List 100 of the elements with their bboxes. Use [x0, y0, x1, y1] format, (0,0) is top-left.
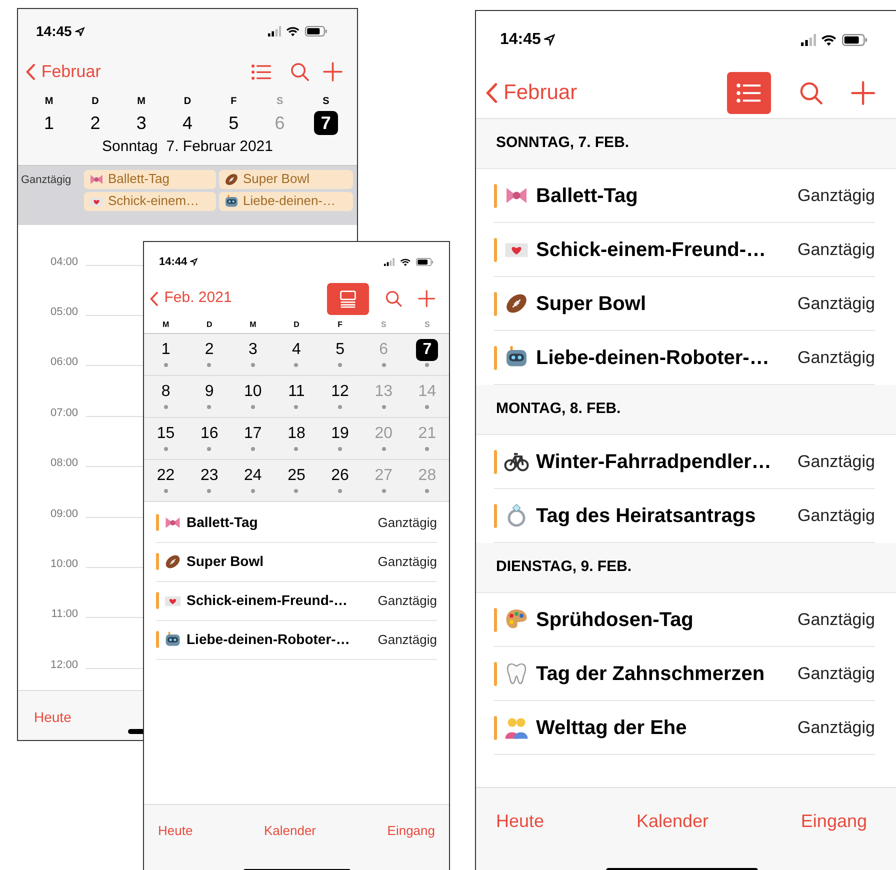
add-button[interactable] [323, 62, 343, 82]
wifi-icon [400, 258, 411, 266]
day-number[interactable]: 1 [37, 111, 62, 135]
event-title[interactable]: Welttag der Ehe [536, 712, 687, 742]
event-title[interactable]: Ballett-Tag [186, 512, 258, 533]
battery-icon [304, 26, 327, 37]
tab-button[interactable]: Eingang [387, 821, 435, 840]
event-title[interactable]: Liebe-deinen-Roboter-… [536, 342, 770, 372]
search-icon [290, 62, 310, 82]
tab-button[interactable]: Eingang [800, 808, 867, 835]
event-time: Ganztägig [378, 630, 437, 649]
day-number[interactable]: 10 [242, 380, 264, 402]
view-toggle-button[interactable] [726, 72, 771, 114]
event-title[interactable]: Winter-Fahrradpendler… [536, 446, 772, 476]
event-title[interactable]: Sprühdosen-Tag [536, 604, 694, 634]
calendar-color-bar [494, 346, 497, 370]
day-number[interactable]: 16 [198, 422, 220, 444]
all-day-event[interactable]: Super Bowl [219, 170, 353, 188]
day-number[interactable]: 7 [416, 338, 438, 360]
event-title[interactable]: Super Bowl [186, 551, 264, 572]
weekday-label: M [137, 95, 146, 109]
calendar-color-bar [494, 608, 497, 632]
view-toggle-button[interactable] [326, 282, 368, 314]
day-number[interactable]: 11 [285, 380, 308, 402]
signal-icon [800, 34, 816, 46]
day-number[interactable]: 8 [154, 380, 177, 402]
location-arrow-icon [190, 258, 198, 266]
day-number[interactable]: 17 [242, 422, 264, 444]
event-title[interactable]: Ballett-Tag [536, 180, 638, 210]
event-title[interactable]: Liebe-deinen-Roboter-… [186, 629, 350, 650]
tab-button[interactable]: Heute [34, 707, 72, 728]
day-number[interactable]: 4 [285, 338, 308, 360]
weekday-label: S [424, 318, 431, 330]
event-title[interactable]: Tag der Zahnschmerzen [536, 658, 765, 688]
calendar-color-bar [494, 238, 497, 262]
weekday-label: M [248, 318, 258, 330]
tab-button[interactable]: Kalender [264, 821, 316, 840]
day-number[interactable]: 4 [175, 111, 200, 135]
tab-button[interactable]: Kalender [636, 808, 709, 835]
add-icon [418, 290, 435, 308]
event-time: Ganztägig [798, 608, 875, 631]
section-header: DIENSTAG, 9. FEB. [496, 557, 632, 578]
day-number[interactable]: 15 [154, 422, 177, 444]
day-number[interactable]: 24 [242, 464, 264, 486]
hour-label: 08:00 [49, 456, 78, 470]
weekday-label: M [161, 318, 170, 330]
all-day-event[interactable]: Liebe-deinen-… [219, 192, 353, 210]
event-title[interactable]: Super Bowl [536, 288, 646, 318]
search-button[interactable] [290, 62, 310, 82]
people-icon [504, 715, 529, 740]
day-number[interactable]: 23 [198, 464, 220, 486]
back-button[interactable]: Februar [26, 59, 101, 85]
weekday-label: D [92, 95, 99, 109]
event-time: Ganztägig [378, 552, 437, 571]
calendar-color-bar [494, 450, 497, 474]
hour-label: 09:00 [49, 506, 78, 521]
calendar-color-bar [156, 631, 159, 648]
all-day-event[interactable]: Schick-einem… [84, 192, 216, 210]
day-number[interactable]: 26 [329, 464, 352, 486]
add-button[interactable] [850, 80, 875, 106]
event-title[interactable]: Schick-einem-Freund-… [536, 234, 766, 264]
day-number[interactable]: 2 [198, 338, 220, 360]
day-number[interactable]: 1 [154, 338, 177, 360]
day-number[interactable]: 2 [83, 111, 108, 135]
tab-button[interactable]: Heute [158, 821, 193, 840]
search-button[interactable] [384, 290, 402, 308]
hour-label: 06:00 [49, 355, 78, 370]
tab-button[interactable]: Heute [496, 808, 544, 835]
hour-label: 05:00 [49, 305, 78, 320]
hour-label: 12:00 [49, 658, 78, 672]
robot-icon [224, 194, 239, 208]
day-number[interactable]: 5 [222, 111, 246, 135]
back-button[interactable]: Februar [486, 77, 578, 109]
day-number[interactable]: 3 [242, 338, 264, 360]
day-number[interactable]: 12 [329, 380, 352, 402]
event-title[interactable]: Schick-einem-Freund-… [186, 590, 348, 611]
chevron-left-icon [486, 82, 498, 104]
day-number[interactable]: 5 [329, 338, 352, 360]
day-number[interactable]: 3 [129, 111, 154, 135]
battery-icon [842, 34, 867, 46]
section-header: SONNTAG, 7. FEB. [496, 133, 630, 154]
day-number[interactable]: 7 [314, 111, 338, 135]
event-time: Ganztägig [378, 514, 437, 532]
day-number[interactable]: 18 [285, 422, 308, 444]
all-day-label: Ganztägig [21, 172, 72, 188]
event-time: Ganztägig [798, 238, 875, 261]
search-button[interactable] [798, 80, 823, 106]
day-number[interactable]: 25 [285, 464, 308, 486]
list-icon [250, 64, 272, 80]
back-button[interactable]: Feb. 2021 [150, 287, 232, 310]
add-button[interactable] [418, 290, 435, 308]
day-number[interactable]: 9 [198, 380, 220, 402]
day-number[interactable]: 22 [154, 464, 177, 486]
event-time: Ganztägig [798, 292, 875, 315]
day-number[interactable]: 19 [329, 422, 352, 444]
battery-icon [416, 258, 433, 266]
calendar-color-bar [494, 184, 497, 208]
chevron-left-icon [150, 290, 158, 306]
event-title[interactable]: Tag des Heiratsantrags [536, 500, 756, 530]
all-day-event[interactable]: Ballett-Tag [84, 170, 216, 188]
